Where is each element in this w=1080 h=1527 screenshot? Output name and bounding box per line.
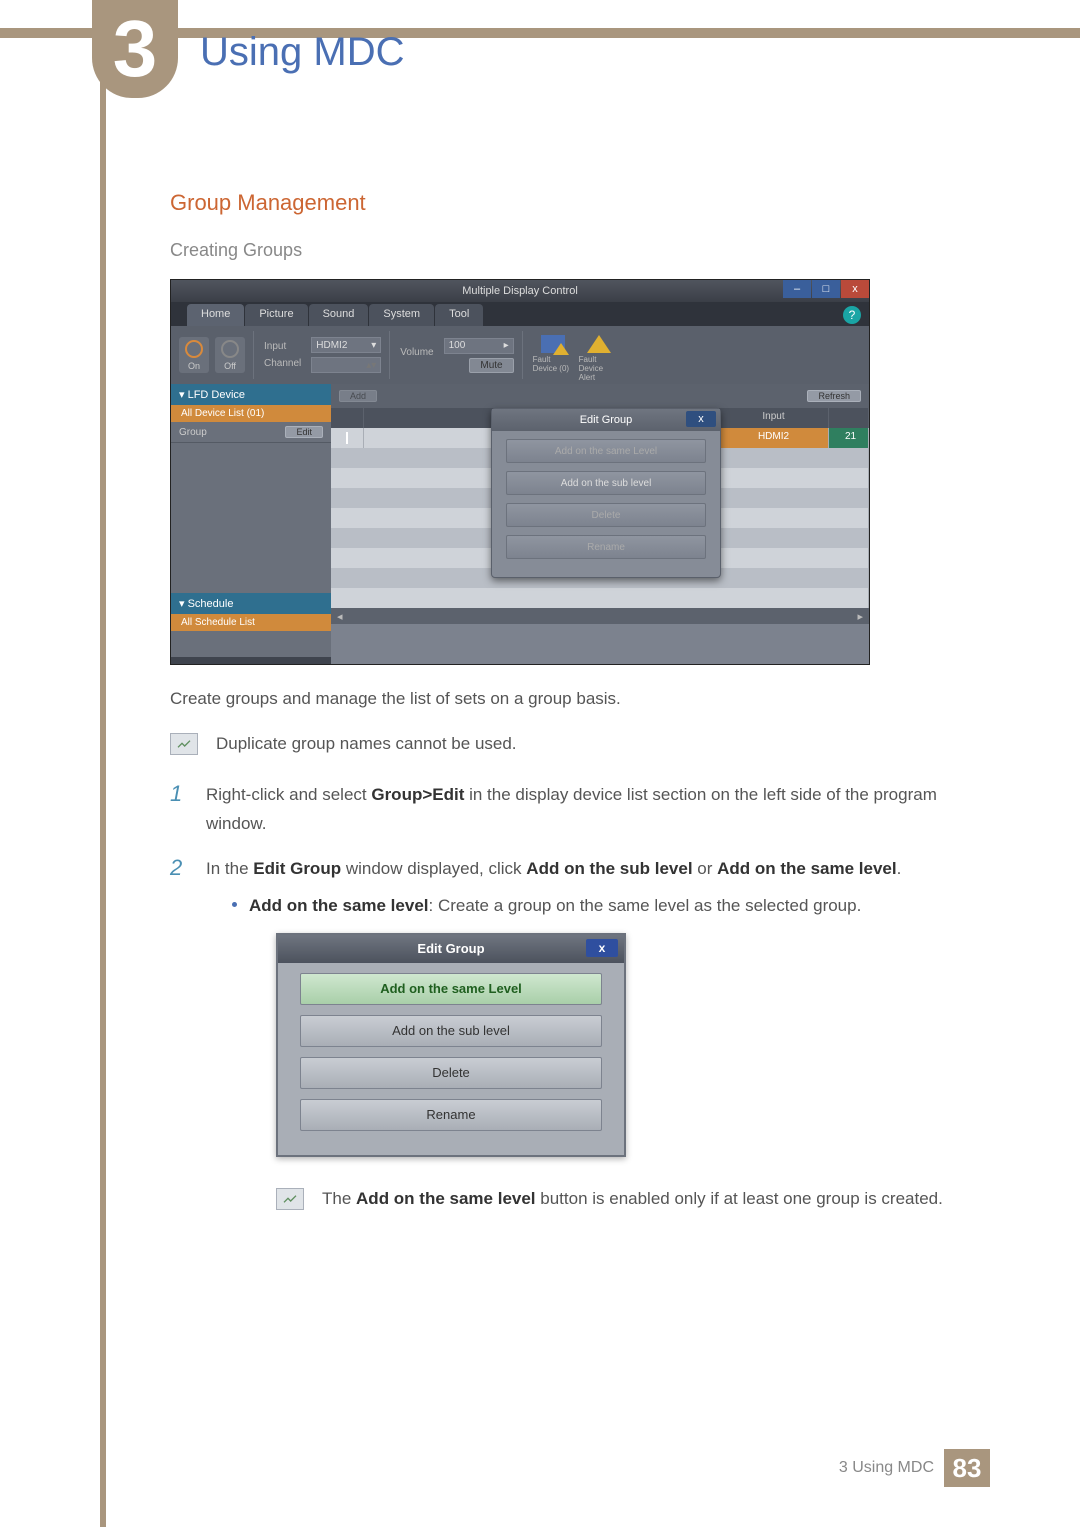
input-dropdown[interactable]: HDMI2 ▾	[311, 337, 381, 353]
sidebar-all-devices[interactable]: All Device List (01)	[171, 405, 331, 422]
note-icon	[276, 1188, 304, 1210]
page-footer: 3 Using MDC 83	[0, 1449, 1080, 1487]
input-label: Input	[264, 341, 301, 352]
chevron-down-icon: ▾	[371, 340, 376, 351]
step-2-text: In the Edit Group window displayed, clic…	[206, 855, 970, 1214]
channel-spinner[interactable]: ▴▾	[311, 357, 381, 373]
tab-sound[interactable]: Sound	[309, 304, 369, 326]
fault-count-label: Fault Device (0)	[533, 355, 573, 373]
dialog-close-button[interactable]: x	[686, 411, 716, 427]
window-maximize-button[interactable]: □	[812, 280, 840, 298]
add-sub-level-button[interactable]: Add on the sub level	[300, 1015, 602, 1047]
dialog2-titlebar: Edit Group x	[278, 935, 624, 963]
app-titlebar: Multiple Display Control – □ x	[171, 280, 869, 302]
chapter-title: Using MDC	[200, 30, 404, 75]
refresh-button[interactable]: Refresh	[807, 390, 861, 402]
tab-picture[interactable]: Picture	[245, 304, 307, 326]
edit-group-dialog-detail: Edit Group x Add on the same Level Add o…	[276, 933, 626, 1157]
fault-device-count[interactable]: Fault Device (0)	[533, 335, 573, 375]
play-icon: ▸	[504, 340, 509, 351]
power-on-label: On	[188, 361, 200, 371]
step-1-text: Right-click and select Group>Edit in the…	[206, 781, 970, 839]
col-input: Input	[719, 408, 829, 428]
bullet-icon	[232, 902, 237, 907]
sidebar-schedule-header[interactable]: ▾ Schedule	[171, 593, 331, 614]
left-accent-strip	[100, 0, 106, 1527]
intro-text: Create groups and manage the list of set…	[170, 685, 970, 712]
sidebar-group-label: Group	[179, 427, 207, 438]
spinner-icon: ▴▾	[366, 360, 376, 371]
delete-button[interactable]: Delete	[300, 1057, 602, 1089]
sidebar-lfd-header[interactable]: ▾ LFD Device	[171, 384, 331, 405]
note-text: Duplicate group names cannot be used.	[216, 730, 517, 757]
page-number: 83	[944, 1449, 990, 1487]
help-icon[interactable]: ?	[843, 306, 861, 324]
step-number-1: 1	[170, 781, 190, 807]
window-minimize-button[interactable]: –	[783, 280, 811, 298]
edit-group-dialog: Edit Group x Add on the same Level Add o…	[491, 408, 721, 578]
add-button[interactable]: Add	[339, 390, 377, 402]
row-checkbox[interactable]	[346, 432, 348, 444]
volume-field[interactable]: 100 ▸	[444, 338, 514, 354]
power-on-button[interactable]: On	[179, 337, 209, 373]
scroll-left-icon[interactable]: ◂	[331, 610, 343, 623]
app-title: Multiple Display Control	[462, 285, 578, 297]
note-text-2: The Add on the same level button is enab…	[322, 1185, 970, 1214]
add-same-level-button[interactable]: Add on the same Level	[506, 439, 706, 463]
app-tabs: Home Picture Sound System Tool	[171, 302, 869, 326]
section-heading: Group Management	[170, 190, 970, 216]
power-icon	[221, 340, 239, 358]
chapter-number-badge: 3	[92, 0, 178, 98]
volume-value: 100	[449, 340, 466, 351]
main-area: Add Refresh Power Input HDMI2	[331, 384, 869, 664]
dialog2-close-button[interactable]: x	[586, 939, 618, 957]
scroll-right-icon[interactable]: ▸	[857, 610, 869, 623]
add-sub-level-button[interactable]: Add on the sub level	[506, 471, 706, 495]
sidebar-all-schedule[interactable]: All Schedule List	[171, 614, 331, 631]
row-input-value: HDMI2	[719, 428, 829, 448]
rename-button[interactable]: Rename	[506, 535, 706, 559]
input-value: HDMI2	[316, 340, 347, 351]
tab-tool[interactable]: Tool	[435, 304, 483, 326]
warning-icon	[587, 335, 611, 353]
section-subheading: Creating Groups	[170, 240, 970, 261]
dialog-title: Edit Group	[580, 414, 633, 426]
power-icon	[185, 340, 203, 358]
step-number-2: 2	[170, 855, 190, 881]
app-screenshot: Multiple Display Control – □ x ? Home Pi…	[170, 279, 870, 665]
window-close-button[interactable]: x	[841, 280, 869, 298]
warning-icon	[553, 343, 569, 355]
fault-device-alert[interactable]: Fault Device Alert	[579, 335, 619, 375]
sidebar-edit-button[interactable]: Edit	[285, 426, 323, 438]
tab-home[interactable]: Home	[187, 304, 244, 326]
add-same-level-button[interactable]: Add on the same Level	[300, 973, 602, 1005]
row-number: 21	[829, 428, 869, 448]
fault-alert-label: Fault Device Alert	[579, 355, 619, 382]
power-off-button[interactable]: Off	[215, 337, 245, 373]
power-off-label: Off	[224, 361, 236, 371]
ribbon: On Off Input Channel HDMI2 ▾	[171, 326, 869, 384]
footer-label: 3 Using MDC	[839, 1459, 934, 1477]
volume-label: Volume	[400, 347, 433, 358]
dialog-titlebar: Edit Group x	[492, 409, 720, 431]
sidebar-group-row: Group Edit	[171, 422, 331, 443]
channel-label: Channel	[264, 358, 301, 369]
sidebar: ▾ LFD Device All Device List (01) Group …	[171, 384, 331, 664]
tab-system[interactable]: System	[369, 304, 434, 326]
note-icon	[170, 733, 198, 755]
rename-button[interactable]: Rename	[300, 1099, 602, 1131]
list-row	[331, 588, 869, 608]
delete-button[interactable]: Delete	[506, 503, 706, 527]
mute-button[interactable]: Mute	[469, 358, 513, 373]
dialog2-title: Edit Group	[417, 938, 484, 960]
